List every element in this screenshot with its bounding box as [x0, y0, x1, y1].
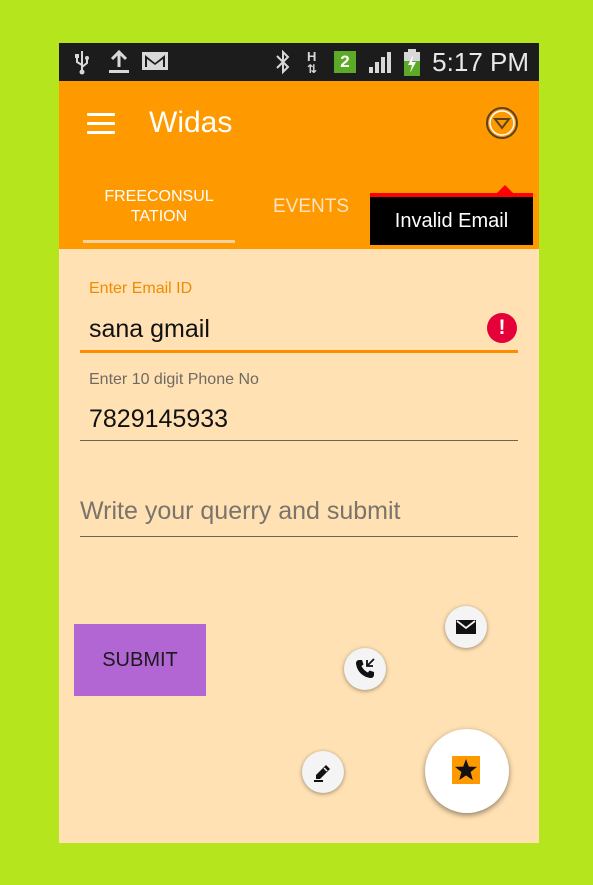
- app-title: Widas: [149, 106, 233, 139]
- mail-icon: [456, 620, 476, 634]
- gmail-icon: [141, 49, 169, 79]
- phone-screen: H ⇅ 2 5:17 PM Widas FREECONSUL TATION EVEN…: [59, 43, 539, 843]
- call-fab-button[interactable]: [344, 648, 386, 690]
- tab-events-label: EVENTS: [272, 196, 350, 217]
- edit-pencil-icon: [314, 765, 330, 782]
- error-icon[interactable]: !: [487, 313, 517, 343]
- email-field[interactable]: sana gmail: [89, 313, 210, 345]
- main-fab-button[interactable]: [425, 729, 509, 813]
- tab-freeconsultation[interactable]: FREECONSUL TATION: [83, 187, 235, 227]
- tab-indicator: [83, 240, 235, 243]
- error-popup-arrow: [497, 185, 513, 193]
- signal-icon: [367, 49, 397, 81]
- bluetooth-icon: [274, 49, 292, 81]
- dropdown-circle-icon[interactable]: [485, 106, 519, 140]
- error-popup: Invalid Email: [370, 197, 533, 245]
- status-bar: H ⇅ 2 5:17 PM: [59, 43, 539, 81]
- usb-icon: [71, 49, 93, 81]
- query-field-underline: [80, 536, 518, 537]
- email-field-underline: [80, 350, 518, 353]
- phone-field[interactable]: 7829145933: [89, 403, 228, 435]
- network-h-icon: H ⇅: [307, 49, 318, 76]
- hamburger-menu-icon[interactable]: [87, 113, 115, 135]
- edit-fab-button[interactable]: [302, 751, 344, 793]
- star-icon: [452, 756, 480, 784]
- upload-icon: [107, 49, 131, 81]
- tab-events[interactable]: EVENTS: [259, 197, 363, 217]
- sim-badge-label: 2: [340, 52, 350, 71]
- email-label: Enter Email ID: [89, 280, 193, 297]
- phone-call-icon: [356, 658, 375, 678]
- sim2-icon: 2: [334, 51, 356, 73]
- battery-charging-icon: [402, 49, 422, 83]
- phone-label: Enter 10 digit Phone No: [89, 371, 259, 388]
- submit-button[interactable]: SUBMIT: [74, 624, 206, 696]
- phone-field-underline: [80, 440, 518, 441]
- mail-fab-button[interactable]: [445, 606, 487, 648]
- tab-freeconsultation-label: FREECONSUL TATION: [104, 188, 214, 225]
- query-input[interactable]: Write your querry and submit: [80, 495, 518, 529]
- status-time: 5:17 PM: [432, 47, 529, 77]
